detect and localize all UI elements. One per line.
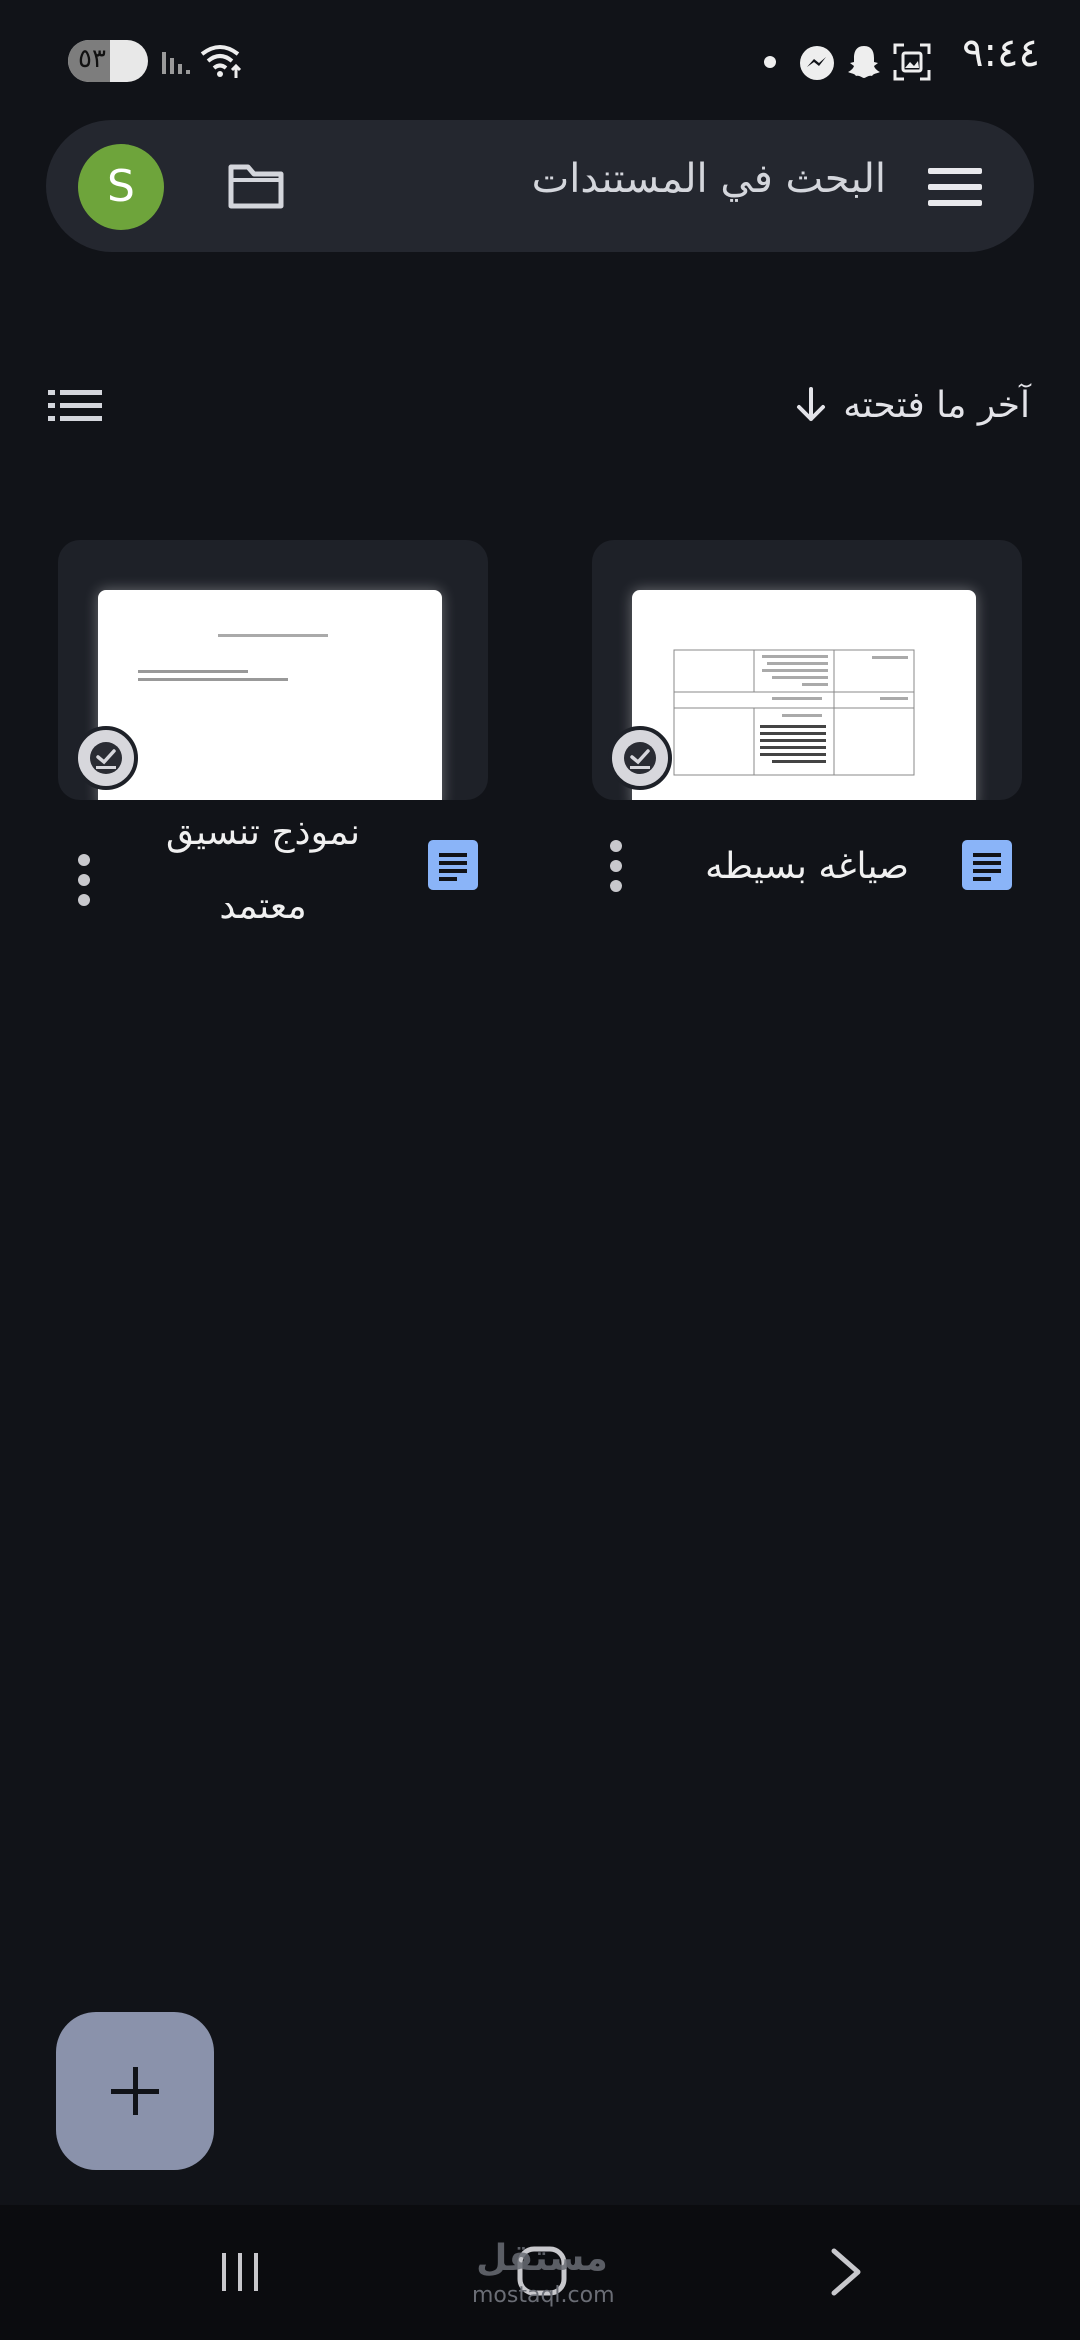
screenshot-icon bbox=[893, 43, 931, 81]
navigation-bar: مستقل mostaql.com bbox=[0, 2205, 1080, 2340]
back-icon[interactable] bbox=[826, 2247, 866, 2297]
folder-icon[interactable] bbox=[226, 158, 286, 214]
wifi-icon bbox=[200, 45, 242, 78]
text-preview bbox=[138, 634, 328, 681]
watermark-url: mostaql.com bbox=[472, 2283, 615, 2308]
document-card[interactable]: صياغه بسيطه bbox=[592, 540, 1022, 892]
docs-file-icon bbox=[962, 840, 1012, 890]
document-title[interactable]: نموذج تنسيق معتمد bbox=[128, 796, 398, 944]
document-title-line: نموذج تنسيق bbox=[165, 812, 361, 853]
more-options-icon[interactable] bbox=[74, 852, 94, 908]
table-preview bbox=[673, 649, 915, 776]
offline-available-icon bbox=[74, 726, 138, 790]
snapchat-icon bbox=[848, 46, 880, 78]
messenger-icon bbox=[800, 46, 834, 80]
docs-file-icon bbox=[428, 840, 478, 890]
menu-icon[interactable] bbox=[928, 164, 982, 210]
sort-selector[interactable]: آخر ما فتحته bbox=[793, 380, 1030, 430]
search-bar[interactable]: S البحث في المستندات bbox=[46, 120, 1034, 252]
document-card[interactable]: نموذج تنسيق معتمد bbox=[58, 540, 488, 927]
status-bar: ٥٣ ٩:٤٤ bbox=[0, 0, 1080, 120]
watermark: مستقل bbox=[476, 2238, 608, 2279]
sort-label: آخر ما فتحته bbox=[843, 384, 1030, 426]
document-page-preview bbox=[98, 590, 442, 800]
document-page-preview bbox=[632, 590, 976, 800]
plus-icon bbox=[111, 2067, 159, 2115]
document-thumbnail[interactable] bbox=[592, 540, 1022, 800]
battery-indicator: ٥٣ bbox=[68, 40, 148, 82]
list-view-icon[interactable] bbox=[48, 388, 102, 424]
battery-text: ٥٣ bbox=[78, 44, 106, 74]
document-title-line: صياغه بسيطه bbox=[705, 846, 909, 887]
avatar[interactable]: S bbox=[78, 144, 164, 230]
more-options-icon[interactable] bbox=[606, 838, 626, 894]
notification-dot-icon bbox=[764, 56, 776, 68]
search-input[interactable]: البحث في المستندات bbox=[532, 156, 886, 202]
recent-apps-icon[interactable] bbox=[218, 2249, 264, 2295]
screen: ٥٣ ٩:٤٤ S البحث في المستندات آخر ما فتحت… bbox=[0, 0, 1080, 2340]
offline-available-icon bbox=[608, 726, 672, 790]
document-title-line: معتمد bbox=[219, 886, 307, 927]
arrow-down-icon bbox=[797, 387, 826, 421]
document-thumbnail[interactable] bbox=[58, 540, 488, 800]
clock: ٩:٤٤ bbox=[962, 30, 1040, 76]
avatar-letter: S bbox=[107, 161, 135, 212]
document-title[interactable]: صياغه بسيطه bbox=[672, 830, 942, 904]
signal-icon bbox=[162, 52, 190, 74]
create-document-button[interactable] bbox=[56, 2012, 214, 2170]
